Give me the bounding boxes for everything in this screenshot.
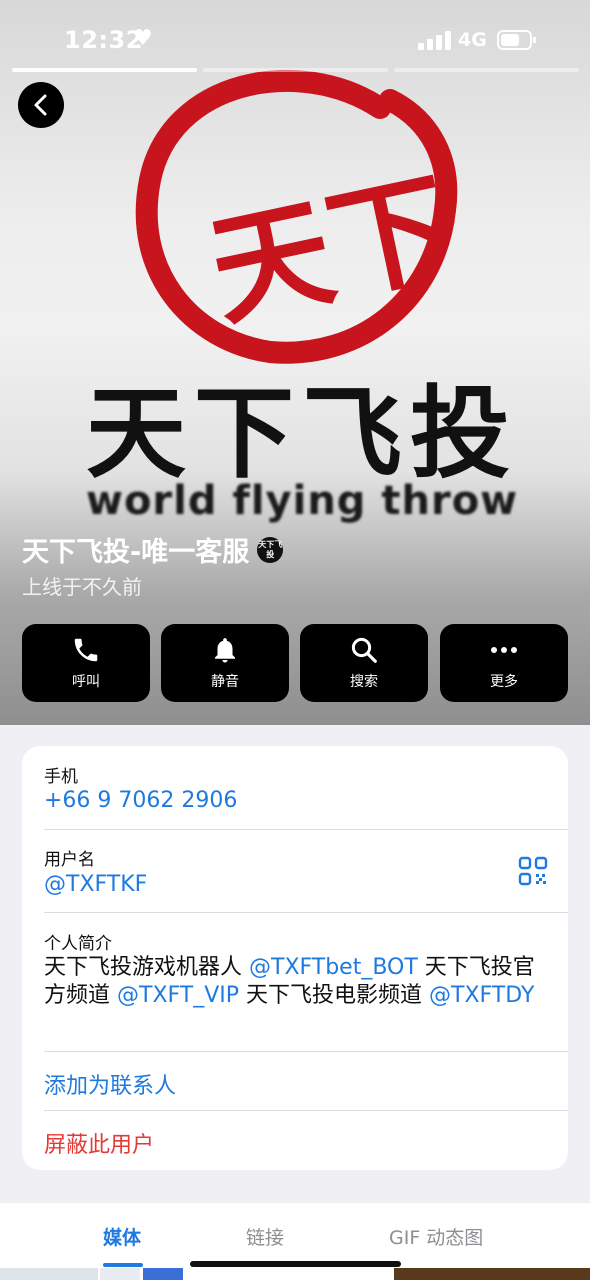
action-buttons: 呼叫 静音 搜索 更多 [22, 624, 568, 704]
username-value[interactable]: @TXFTKF [44, 872, 147, 897]
story-progress-2 [203, 68, 388, 72]
username-label: 用户名 [44, 850, 95, 870]
heart-icon: ♥ [133, 26, 153, 51]
more-icon [491, 647, 517, 653]
tab-links[interactable]: 链接 [246, 1223, 284, 1250]
more-button[interactable]: 更多 [440, 624, 568, 702]
search-label: 搜索 [350, 674, 378, 690]
tab-media[interactable]: 媒体 [103, 1223, 141, 1250]
divider [44, 829, 568, 830]
search-button[interactable]: 搜索 [300, 624, 428, 702]
bio-text: 天下飞投游戏机器人 @TXFTbet_BOT 天下飞投官方频道 @TXFT_VI… [44, 954, 544, 1010]
phone-icon [74, 638, 98, 662]
phone-label: 手机 [44, 767, 78, 787]
divider [44, 1110, 568, 1111]
info-card: 手机 +66 9 7062 2906 用户名 @TXFTKF 个人简介 天下飞投… [22, 746, 568, 1170]
tab-gifs[interactable]: GIF 动态图 [389, 1223, 483, 1250]
bio-label: 个人简介 [44, 934, 112, 954]
divider [44, 912, 568, 913]
bio-link-movie[interactable]: @TXFTDY [429, 983, 534, 1008]
call-button[interactable]: 呼叫 [22, 624, 150, 702]
profile-name: 天下飞投-唯一客服 天下飞投 [22, 530, 284, 569]
phone-number[interactable]: +66 9 7062 2906 [44, 788, 237, 813]
tab-indicator [103, 1263, 143, 1267]
status-bar: 12:32 ♥ 4G [0, 0, 590, 72]
more-label: 更多 [490, 674, 518, 690]
bio-link-vip[interactable]: @TXFT_VIP [117, 983, 239, 1008]
media-thumbnails [0, 1268, 590, 1280]
last-seen-status: 上线于不久前 [22, 575, 142, 599]
mute-button[interactable]: 静音 [161, 624, 289, 702]
story-progress-1 [12, 68, 197, 72]
add-contact-button[interactable]: 添加为联系人 [44, 1068, 176, 1100]
battery-icon [497, 30, 536, 50]
network-type: 4G [458, 29, 487, 51]
logo-seal-text: 天下 [199, 156, 463, 344]
signal-icon [418, 30, 452, 50]
call-label: 呼叫 [72, 674, 100, 690]
mute-label: 静音 [211, 674, 239, 690]
avatar: 天下飞投 [257, 536, 284, 563]
qr-code-icon[interactable] [518, 856, 548, 886]
bell-icon [215, 638, 235, 663]
status-time: 12:32 [64, 26, 143, 54]
bio-text-part: 天下飞投游戏机器人 [44, 955, 249, 980]
story-progress-3 [394, 68, 579, 72]
profile-header: 天下 天下飞投 world flying throw 12:32 ♥ 4G 天下… [0, 0, 590, 725]
bio-link-bot[interactable]: @TXFTbet_BOT [249, 955, 418, 980]
profile-logo: 天下 天下飞投 [60, 60, 530, 530]
profile-name-text: 天下飞投-唯一客服 [22, 537, 250, 568]
logo-subtitle: world flying throw [86, 478, 519, 524]
divider [44, 1051, 568, 1052]
search-icon [351, 637, 377, 663]
back-button[interactable] [18, 82, 64, 128]
chevron-left-icon [34, 94, 47, 116]
block-user-button[interactable]: 屏蔽此用户 [44, 1127, 154, 1159]
bio-text-part: 天下飞投电影频道 [239, 983, 430, 1008]
home-indicator [190, 1261, 401, 1267]
logo-brand-text: 天下飞投 [86, 374, 518, 492]
